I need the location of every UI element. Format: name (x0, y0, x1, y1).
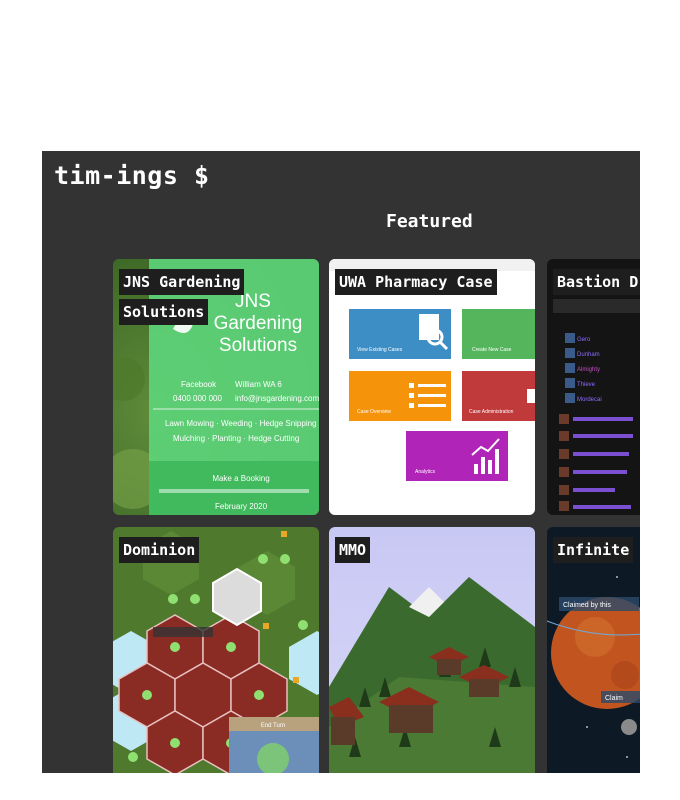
card-title-uwa-pharmacy: UWA Pharmacy Case (335, 267, 497, 297)
infinite-label-1: Claimed by this (563, 602, 611, 609)
uwa-tile-2: Create New Case (472, 347, 512, 353)
uwa-tile-3: Case Overview (357, 409, 391, 415)
project-card-jns-gardening[interactable]: JNS Gardening Solutions Facebook William… (113, 259, 319, 515)
site-title[interactable]: tim-ings $ (54, 161, 210, 190)
jns-booking: Make a Booking (212, 474, 269, 483)
jns-contact-4: info@jnsgardening.com (235, 394, 319, 403)
project-card-infinite[interactable]: Claimed by this Claim Infinite (547, 527, 640, 773)
jns-services-1: Lawn Mowing · Weeding · Hedge Snipping (165, 419, 317, 428)
card-title-jns-gardening: JNS Gardening Solutions (119, 267, 259, 327)
uwa-pharmacy-screenshot: View Existing Cases Create New Case Case… (329, 259, 535, 515)
bastion-row-1: Gero (577, 337, 591, 343)
lock-icon (527, 389, 535, 403)
bastion-row-5: Mordecai (577, 397, 602, 403)
card-title-infinite: Infinite (553, 535, 634, 565)
project-card-bastion[interactable]: Gero Dunham Almighty Thieve Mordecai Bas… (547, 259, 640, 515)
card-title-bastion: Bastion D (553, 267, 640, 297)
uwa-tile-5: Analytics (415, 469, 436, 475)
jns-services-2: Mulching · Planting · Hedge Cutting (173, 434, 299, 443)
dominion-end-turn: End Turn (261, 723, 285, 729)
bastion-row-4: Thieve (577, 382, 596, 388)
featured-heading: Featured (386, 211, 473, 232)
bastion-row-2: Dunham (577, 352, 600, 358)
bastion-row-3: Almighty (577, 367, 600, 373)
jns-date: February 2020 (215, 502, 268, 511)
project-card-dominion[interactable]: End Turn Dominion (113, 527, 319, 773)
card-title-dominion: Dominion (119, 535, 200, 565)
uwa-tile-1: View Existing Cases (357, 347, 403, 353)
infinite-label-2: Claim (605, 695, 623, 702)
card-title-mmo: MMO (335, 535, 371, 565)
bastion-screenshot: Gero Dunham Almighty Thieve Mordecai (547, 259, 640, 515)
jns-contact-3: 0400 000 000 (173, 394, 222, 403)
jns-contact-2: William WA 6 (235, 380, 282, 389)
page-container: tim-ings $ Featured JNS Gardening Soluti… (42, 151, 640, 773)
jns-contact-1: Facebook (181, 380, 217, 389)
project-card-mmo[interactable]: MMO (329, 527, 535, 773)
uwa-tile-4: Case Administration (469, 409, 514, 415)
project-card-uwa-pharmacy[interactable]: View Existing Cases Create New Case Case… (329, 259, 535, 515)
jns-preview-headline-3: Solutions (219, 335, 297, 356)
